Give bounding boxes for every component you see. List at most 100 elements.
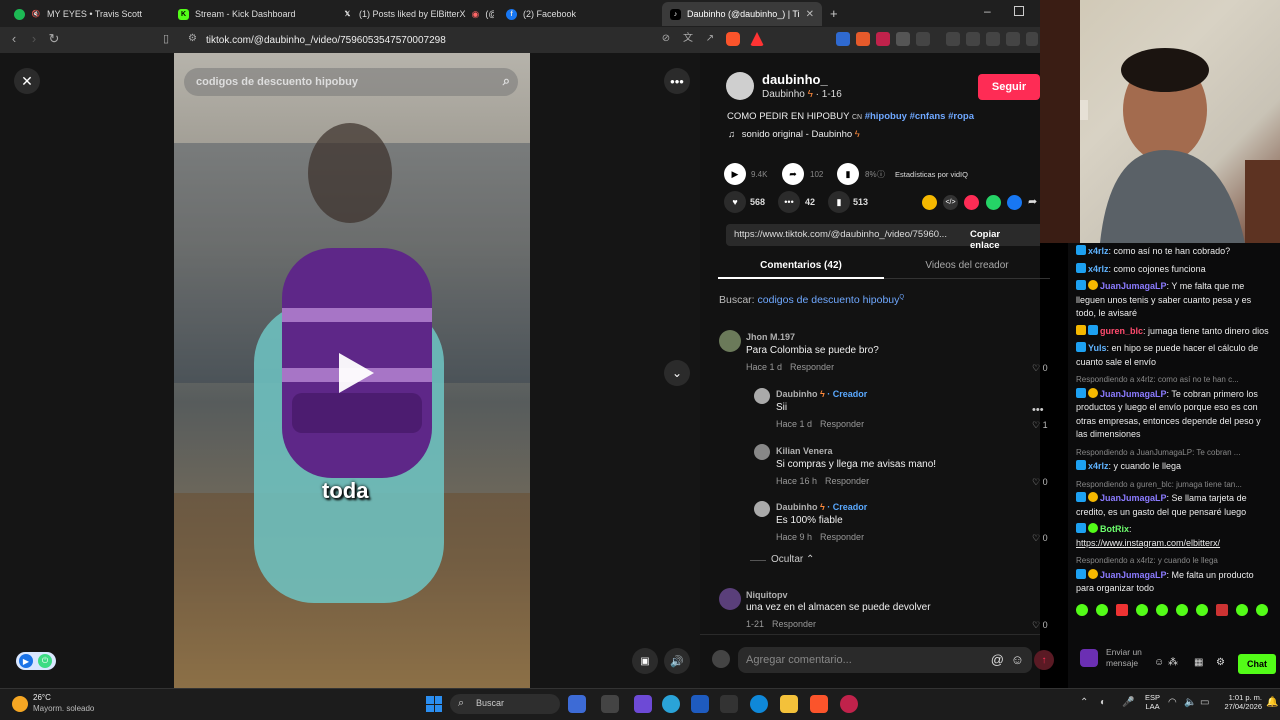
mention-icon[interactable]: @: [991, 652, 1004, 667]
add-comment-input[interactable]: Agregar comentario... @ ☺: [738, 647, 1032, 673]
speaker-icon[interactable]: 🔈: [1184, 697, 1196, 708]
extension-translate-icon[interactable]: [836, 32, 850, 46]
url-input[interactable]: ⚙ tiktok.com/@daubinho_/video/7596053547…: [180, 30, 650, 50]
heart-outline-icon[interactable]: ♡: [1032, 620, 1040, 630]
send-to-friend-icon[interactable]: [964, 195, 979, 210]
embed-coin-icon[interactable]: [922, 195, 937, 210]
forward-icon[interactable]: ›: [26, 31, 42, 47]
commenter-avatar[interactable]: [754, 501, 770, 517]
heart-outline-icon[interactable]: ♡: [1032, 477, 1040, 487]
chat-username[interactable]: x4rlz: [1088, 461, 1109, 471]
vidiq-toggle[interactable]: ▶ ⏻: [16, 652, 56, 670]
reply-button[interactable]: Responder: [825, 476, 869, 486]
chat-username[interactable]: x4rlz: [1088, 264, 1109, 274]
site-info-icon[interactable]: ⚙: [188, 33, 197, 44]
heart-outline-icon[interactable]: ♡: [1032, 420, 1040, 430]
task-view-icon[interactable]: [601, 695, 619, 713]
terminal-icon[interactable]: [720, 695, 738, 713]
chat-username[interactable]: guren_blc: [1100, 326, 1143, 336]
mute-icon[interactable]: 🔇: [31, 9, 41, 20]
video-player[interactable]: [174, 53, 530, 688]
tab-tiktok[interactable]: ♪ Daubinho (@daubinho_) | Ti ✕: [662, 2, 822, 26]
emote-icon[interactable]: [1076, 603, 1088, 616]
more-options-icon[interactable]: •••: [664, 68, 690, 94]
chat-username[interactable]: JuanJumagaLP: [1100, 389, 1167, 399]
chat-send-button[interactable]: Chat: [1238, 654, 1276, 674]
vpn-icon[interactable]: [1026, 32, 1038, 46]
hide-replies-button[interactable]: Ocultar ⌃: [771, 554, 814, 565]
snipping-icon[interactable]: [634, 695, 652, 713]
tab-facebook[interactable]: f (2) Facebook: [498, 2, 658, 26]
emote-icon[interactable]: [1116, 603, 1128, 616]
close-tab-icon[interactable]: ✕: [806, 9, 814, 20]
emote-icon[interactable]: [1216, 603, 1228, 616]
more-share-icon[interactable]: ➦: [1028, 195, 1037, 208]
emote-icon[interactable]: [1096, 603, 1108, 616]
emote-icon[interactable]: [1156, 603, 1168, 616]
store-app-icon[interactable]: [691, 695, 709, 713]
follow-button[interactable]: Seguir: [978, 74, 1040, 100]
chat-username[interactable]: Yuls: [1088, 343, 1107, 353]
tab-comments[interactable]: Comentarios (42): [718, 253, 884, 279]
commenter-avatar[interactable]: [719, 588, 741, 610]
chat-username[interactable]: JuanJumagaLP: [1100, 570, 1167, 580]
reply-button[interactable]: Responder: [820, 532, 864, 542]
comment-author[interactable]: Daubinho: [776, 389, 818, 399]
app-red-icon[interactable]: [840, 695, 858, 713]
notification-bell-icon[interactable]: 🔔: [1266, 697, 1278, 708]
commenter-avatar[interactable]: [719, 330, 741, 352]
bookmark-icon[interactable]: ▯: [158, 31, 174, 47]
heart-icon[interactable]: ♥: [724, 191, 746, 213]
tab-creator-videos[interactable]: Videos del creador: [884, 253, 1050, 279]
brave-browser-icon[interactable]: [810, 695, 828, 713]
chat-username[interactable]: JuanJumagaLP: [1100, 281, 1167, 291]
eye-off-icon[interactable]: ⊘: [658, 31, 674, 47]
whatsapp-icon[interactable]: [986, 195, 1001, 210]
author-avatar[interactable]: [726, 72, 754, 100]
comment-author[interactable]: Kilian Venera: [776, 446, 833, 456]
emote-icon[interactable]: [1196, 603, 1208, 616]
emote-icon[interactable]: [1136, 603, 1148, 616]
extension-fox-icon[interactable]: [856, 32, 870, 46]
tab-spotify[interactable]: 🔇 MY EYES • Travis Scott: [6, 2, 166, 26]
search-query-link[interactable]: codigos de descuento hipobuy: [758, 294, 900, 306]
chat-link[interactable]: https://www.instagram.com/elbitterx/: [1076, 537, 1272, 551]
tab-x[interactable]: 𝕏 (1) Posts liked by ElBitterX ◉ (@ElBi: [334, 2, 494, 26]
clock[interactable]: 1:01 p. m. 27/04/2026: [1216, 693, 1262, 711]
wifi-icon[interactable]: ◠: [1168, 697, 1177, 708]
comment-more-icon[interactable]: •••: [1032, 404, 1044, 416]
facebook-share-icon[interactable]: [1007, 195, 1022, 210]
share-icon[interactable]: ↗: [702, 31, 718, 47]
extension-m-icon[interactable]: [876, 32, 890, 46]
sidebar-icon[interactable]: [966, 32, 980, 46]
chat-username[interactable]: x4rlz: [1088, 246, 1109, 256]
microphone-icon[interactable]: [1080, 649, 1098, 667]
new-tab-button[interactable]: +: [830, 6, 838, 21]
comment-author[interactable]: Niquitopv: [746, 590, 788, 600]
commenter-avatar[interactable]: [754, 444, 770, 460]
embed-code-icon[interactable]: </>: [943, 195, 958, 210]
reload-icon[interactable]: ↻: [46, 31, 62, 47]
reply-button[interactable]: Responder: [772, 619, 816, 629]
emoji-picker-icon[interactable]: ☺: [1154, 657, 1164, 668]
video-search-bar[interactable]: codigos de descuento hipobuy ⌕: [184, 68, 518, 96]
emote-icon[interactable]: [1176, 603, 1188, 616]
bookmark-save-icon[interactable]: ▮: [828, 191, 850, 213]
back-icon[interactable]: ‹: [6, 31, 22, 47]
heart-outline-icon[interactable]: ♡: [1032, 363, 1040, 373]
caption-hashtags[interactable]: #hipobuy #cnfans #ropa: [865, 111, 974, 122]
tray-mic-icon[interactable]: 🎤: [1122, 697, 1134, 708]
reply-button[interactable]: Responder: [820, 419, 864, 429]
search-icon[interactable]: ⌕: [503, 73, 510, 89]
copy-link-button[interactable]: Copiar enlace: [960, 224, 1040, 251]
video-link-field[interactable]: https://www.tiktok.com/@daubinho_/video/…: [726, 224, 960, 246]
emote-icon[interactable]: [1236, 603, 1248, 616]
extension-puzzle-icon[interactable]: [896, 32, 910, 46]
volume-icon[interactable]: 🔊: [664, 648, 690, 674]
media-icon[interactable]: [946, 32, 960, 46]
bar-chart-icon[interactable]: ▮: [837, 163, 859, 185]
edge-icon[interactable]: [750, 695, 768, 713]
info-icon[interactable]: ⓘ: [877, 169, 885, 180]
language-indicator[interactable]: ESP LAA: [1145, 693, 1160, 711]
chevron-down-icon[interactable]: ⌄: [664, 360, 690, 386]
